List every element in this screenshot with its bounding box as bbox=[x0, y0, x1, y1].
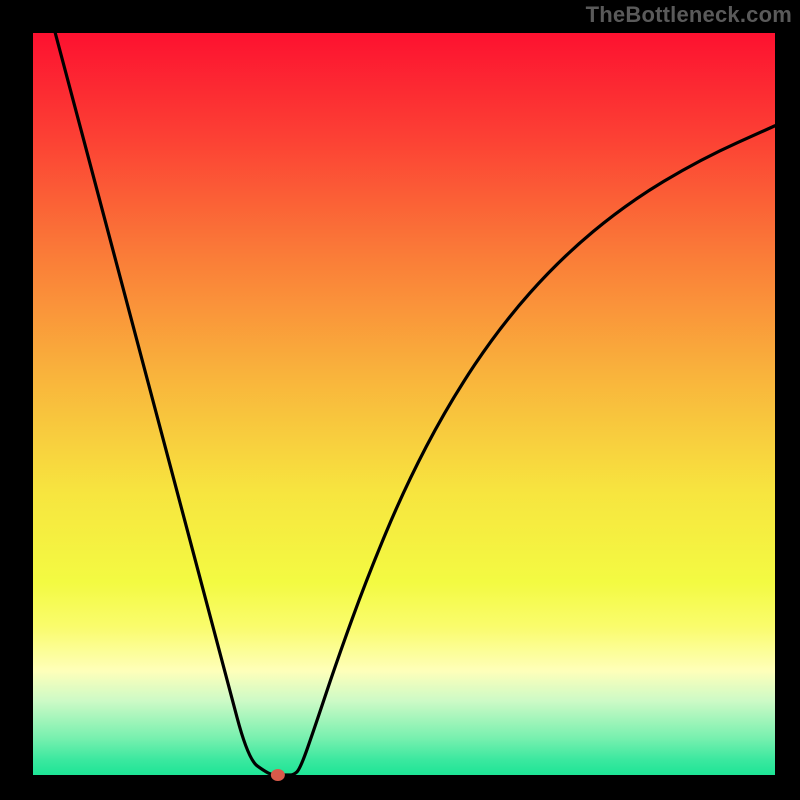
plot-area bbox=[33, 33, 775, 775]
chart-svg bbox=[0, 0, 800, 800]
watermark-text: TheBottleneck.com bbox=[586, 2, 792, 28]
optimum-marker bbox=[271, 769, 285, 781]
chart-frame: TheBottleneck.com bbox=[0, 0, 800, 800]
